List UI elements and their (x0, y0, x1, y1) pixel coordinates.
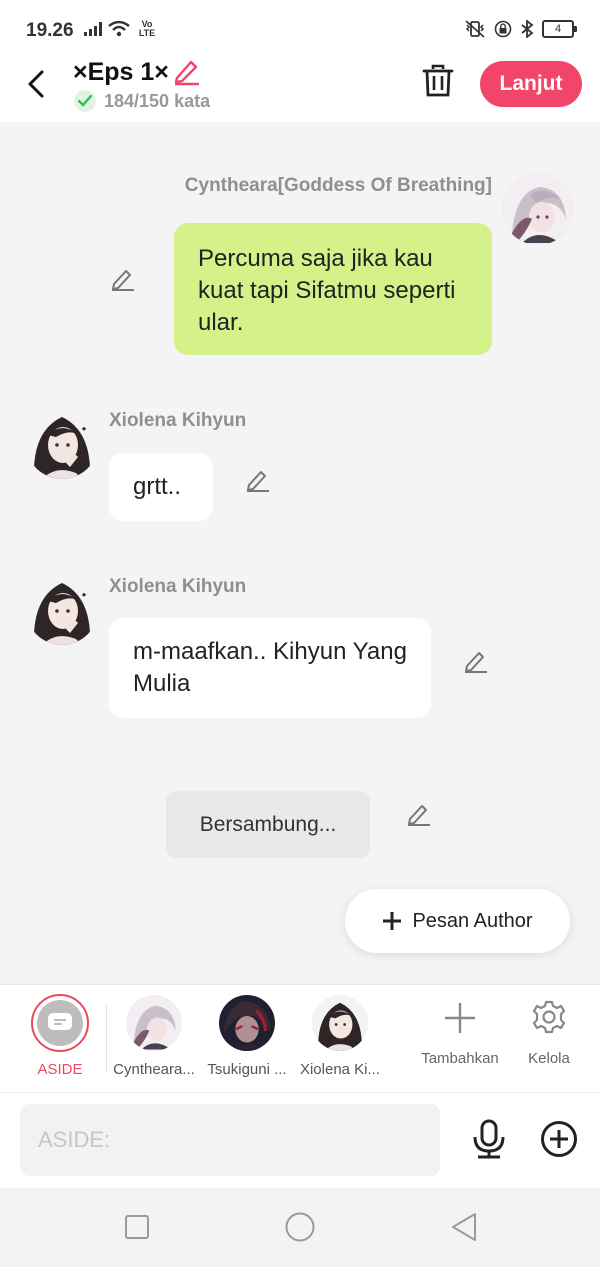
edit-message-button[interactable] (244, 465, 272, 498)
status-time: 19.26 (26, 20, 74, 41)
add-content-button[interactable] (540, 1120, 578, 1163)
pencil-icon (112, 270, 134, 291)
microphone-icon (473, 1119, 505, 1159)
avatar-xiolena[interactable] (26, 573, 98, 645)
pencil-icon (465, 652, 487, 673)
character-cyntheara[interactable]: Cyntheara... (109, 995, 199, 1078)
sender-name: Cyntheara[Goddess Of Breathing] (184, 175, 492, 196)
plus-icon (445, 1003, 475, 1033)
vibrate-icon (465, 20, 485, 38)
status-left-icons: Vo LTE (84, 20, 158, 38)
edit-message-button[interactable] (462, 646, 490, 679)
next-button[interactable]: Lanjut (480, 61, 582, 107)
manage-label: Kelola (528, 1050, 570, 1067)
chevron-left-icon (28, 70, 44, 98)
avatar (312, 995, 368, 1051)
avatar-xiolena[interactable] (26, 407, 98, 479)
aside-icon (48, 1013, 72, 1030)
character-label: Cyntheara... (113, 1061, 195, 1078)
voice-input-button[interactable] (470, 1119, 508, 1164)
battery-icon: 4 (542, 20, 577, 38)
aside-label: ASIDE (37, 1061, 83, 1078)
back-nav-button[interactable] (450, 1212, 478, 1247)
divider (106, 1005, 107, 1073)
word-count-text: 184/150 kata (104, 90, 211, 111)
trash-icon (422, 64, 454, 97)
episode-title: ×Eps 1× (73, 58, 169, 86)
message-bubble[interactable]: grtt.. (109, 453, 213, 521)
volte-indicator: Vo LTE (138, 19, 156, 38)
sender-name: Xiolena Kihyun (109, 576, 247, 597)
message-input[interactable] (20, 1104, 440, 1176)
editor-header: ×Eps 1× 184/150 kata Lanjut (0, 50, 600, 122)
character-bar: ASIDE Cyntheara... Tsukiguni ... Xiolena… (0, 984, 600, 1093)
system-nav-bar (0, 1188, 600, 1267)
circle-icon (285, 1212, 315, 1242)
character-label: Tsukiguni ... (207, 1061, 287, 1078)
avatar (219, 995, 275, 1051)
home-button[interactable] (285, 1212, 315, 1247)
add-character-button[interactable]: Tambahkan (418, 997, 502, 1067)
triangle-icon (452, 1213, 476, 1241)
word-count: 184/150 kata (74, 90, 210, 112)
character-label: Xiolena Ki... (299, 1061, 381, 1078)
input-row (0, 1092, 600, 1189)
author-message-label: Pesan Author (412, 909, 533, 932)
status-right-icons: 4 (464, 20, 577, 38)
lock-rotation-icon (494, 20, 512, 38)
character-tsukiguni[interactable]: Tsukiguni ... (202, 995, 292, 1078)
avatar-cyntheara[interactable] (502, 173, 574, 245)
pencil-icon (174, 60, 199, 86)
sender-name: Xiolena Kihyun (109, 410, 247, 431)
back-button[interactable] (22, 66, 54, 102)
edit-message-button[interactable] (109, 264, 137, 297)
character-aside[interactable]: ASIDE (30, 994, 90, 1078)
message-bubble[interactable]: Percuma saja jika kau kuat tapi Sifatmu … (174, 223, 492, 355)
edit-title-button[interactable] (172, 56, 202, 91)
bluetooth-icon (521, 20, 534, 38)
edit-continue-button[interactable] (405, 799, 433, 832)
gear-icon (532, 1000, 566, 1034)
plus-circle-icon (541, 1121, 577, 1157)
recent-apps-button[interactable] (124, 1214, 150, 1245)
manage-characters-button[interactable]: Kelola (520, 997, 578, 1067)
pencil-icon (247, 471, 269, 492)
plus-icon (383, 912, 402, 930)
chat-area[interactable]: Cyntheara[Goddess Of Breathing] Percuma … (0, 122, 600, 984)
pencil-icon (408, 805, 430, 826)
check-icon (74, 90, 96, 112)
message-bubble[interactable]: m-maafkan.. Kihyun Yang Mulia (109, 618, 431, 718)
signal-icon (84, 22, 102, 36)
character-xiolena[interactable]: Xiolena Ki... (295, 995, 385, 1078)
author-message-button[interactable]: Pesan Author (345, 889, 570, 953)
square-icon (125, 1215, 149, 1239)
to-be-continued-block[interactable]: Bersambung... (166, 791, 370, 858)
wifi-icon (108, 21, 130, 37)
avatar (126, 995, 182, 1051)
delete-button[interactable] (422, 64, 454, 103)
add-label: Tambahkan (421, 1050, 499, 1067)
